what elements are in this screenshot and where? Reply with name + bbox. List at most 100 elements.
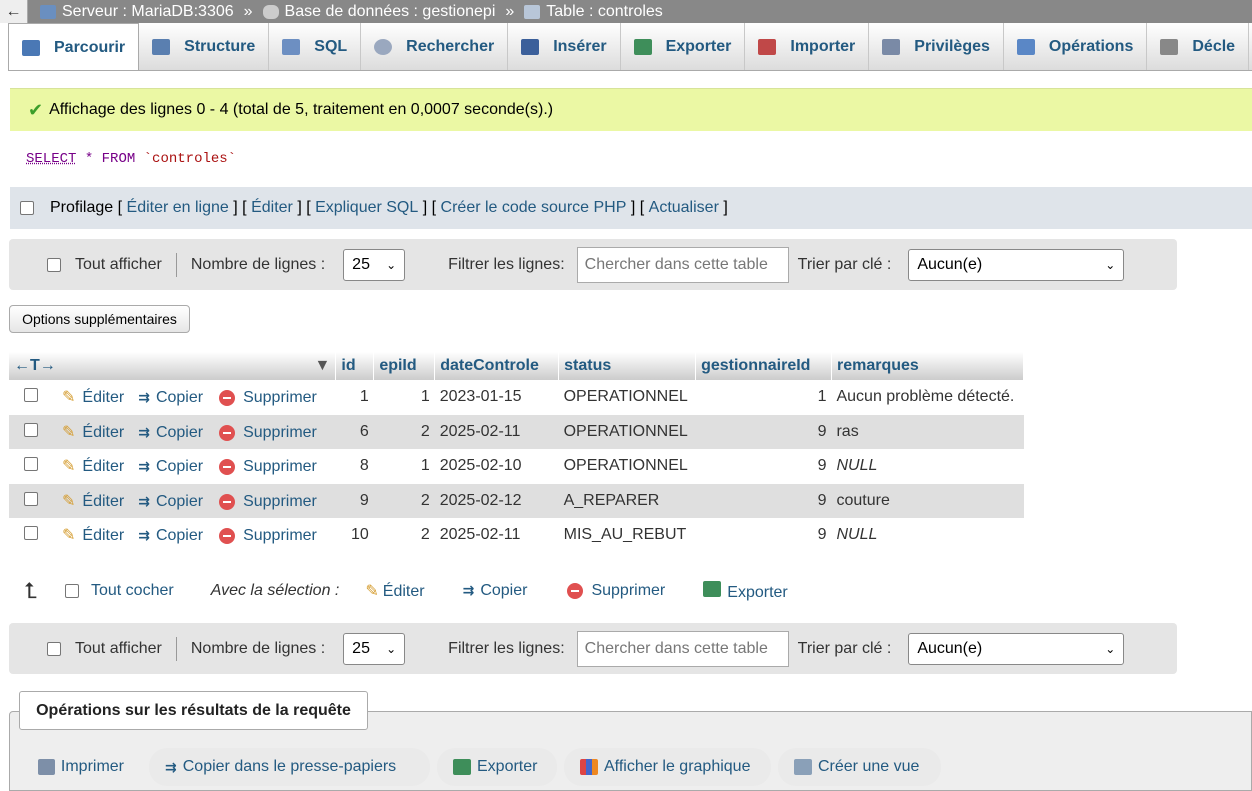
check-all-label[interactable]: Tout cocher (91, 582, 174, 600)
row-copy-button[interactable]: ⇉ Copier (138, 527, 203, 544)
breadcrumb-server[interactable]: Serveur : MariaDB:3306 (40, 3, 234, 21)
explain-sql-link[interactable]: Expliquer SQL (315, 199, 418, 217)
create-view-button[interactable]: Créer une vue (778, 748, 941, 786)
cell-date[interactable]: 2025-02-10 (435, 449, 559, 484)
cell-gestionnaireid[interactable]: 9 (696, 449, 832, 484)
sort-select[interactable]: Aucun(e) ⌄ (908, 632, 1125, 665)
sql-query[interactable]: SELECT * FROM `controles` (10, 131, 1252, 187)
row-delete-button[interactable]: Supprimer (219, 493, 317, 510)
create-php-link[interactable]: Créer le code source PHP (441, 199, 627, 217)
profiling-checkbox[interactable] (20, 201, 34, 215)
row-delete-button[interactable]: Supprimer (219, 458, 317, 475)
cell-status[interactable]: OPERATIONNEL (558, 414, 696, 449)
row-delete-button[interactable]: Supprimer (219, 389, 317, 406)
tab-triggers[interactable]: Décle (1147, 23, 1250, 70)
show-all-checkbox[interactable] (47, 257, 61, 272)
row-delete-button[interactable]: Supprimer (219, 424, 317, 441)
row-copy-button[interactable]: ⇉ Copier (138, 458, 203, 475)
cell-id[interactable]: 6 (335, 414, 374, 449)
cell-date[interactable]: 2025-02-11 (434, 414, 559, 449)
filter-input[interactable]: Chercher dans cette table (576, 246, 789, 283)
cell-id[interactable]: 10 (336, 518, 374, 553)
edit-link[interactable]: Éditer (251, 199, 293, 217)
row-edit-button[interactable]: ✎ Éditer (62, 458, 124, 475)
column-header-datecontrole[interactable]: dateControle (434, 352, 560, 380)
delete-icon (219, 528, 236, 545)
row-delete-button[interactable]: Supprimer (219, 527, 317, 544)
back-arrow-icon[interactable]: ← (0, 0, 28, 23)
cell-gestionnaireid[interactable]: 9 (695, 414, 832, 449)
cell-remarques[interactable]: Aucun problème détecté. (831, 380, 1023, 415)
edit-inline-link[interactable]: Éditer en ligne (127, 199, 229, 217)
row-checkbox[interactable] (24, 388, 38, 403)
column-header-id[interactable]: id (335, 352, 375, 380)
check-all-checkbox[interactable] (64, 584, 79, 598)
tab-privileges[interactable]: Privilèges (869, 23, 1004, 70)
tab-operations[interactable]: Opérations (1004, 23, 1148, 70)
cell-status[interactable]: A_REPARER (558, 483, 696, 518)
row-edit-button[interactable]: ✎ Éditer (62, 389, 124, 406)
row-edit-button[interactable]: ✎ Éditer (62, 493, 124, 510)
cell-id[interactable]: 8 (336, 449, 374, 484)
breadcrumb-database[interactable]: Base de données : gestionepi (262, 3, 495, 21)
tab-browse[interactable]: Parcourir (8, 23, 140, 70)
column-header-gestionnaireid[interactable]: gestionnaireId (695, 352, 832, 380)
cell-remarques[interactable]: couture (831, 483, 1024, 518)
results-export-button[interactable]: Exporter (437, 748, 557, 786)
cell-date[interactable]: 2023-01-15 (435, 380, 559, 415)
row-edit-button[interactable]: ✎ Éditer (62, 527, 124, 544)
column-header-remarques[interactable]: remarques (831, 352, 1025, 380)
tab-search[interactable]: Rechercher (361, 23, 509, 70)
sort-select[interactable]: Aucun(e) ⌄ (908, 248, 1125, 281)
cell-remarques[interactable]: ras (831, 414, 1024, 449)
cell-epiid[interactable]: 2 (374, 518, 435, 553)
tab-structure[interactable]: Structure (139, 23, 270, 70)
bulk-delete-button[interactable]: Supprimer (567, 582, 665, 600)
cell-gestionnaireid[interactable]: 9 (696, 518, 832, 553)
rows-select[interactable]: 25 ⌄ (343, 248, 406, 281)
tab-import[interactable]: Importer (745, 23, 870, 70)
row-edit-button[interactable]: ✎ Éditer (62, 424, 124, 441)
column-arrows-header[interactable]: ←T→ ▼ (9, 352, 337, 380)
cell-epiid[interactable]: 2 (373, 414, 435, 449)
cell-remarques-null[interactable]: NULL (831, 449, 1023, 484)
show-chart-button[interactable]: Afficher le graphique (564, 748, 771, 786)
print-button[interactable]: Imprimer (22, 748, 140, 786)
cell-id[interactable]: 9 (335, 483, 374, 518)
cell-status[interactable]: OPERATIONNEL (559, 380, 696, 415)
refresh-link[interactable]: Actualiser (649, 199, 719, 217)
row-copy-button[interactable]: ⇉ Copier (138, 424, 203, 441)
row-copy-button[interactable]: ⇉ Copier (138, 389, 203, 406)
column-header-status[interactable]: status (558, 352, 697, 380)
row-copy-button[interactable]: ⇉ Copier (138, 493, 203, 510)
bulk-edit-button[interactable]: ✎ Éditer (365, 581, 424, 601)
cell-status[interactable]: MIS_AU_REBUT (559, 518, 696, 553)
cell-id[interactable]: 1 (336, 380, 374, 415)
bulk-copy-button[interactable]: ⇉ Copier (463, 582, 528, 600)
show-all-checkbox[interactable] (47, 641, 61, 656)
cell-epiid[interactable]: 1 (374, 380, 435, 415)
cell-date[interactable]: 2025-02-12 (434, 483, 559, 518)
bulk-export-button[interactable]: Exporter (703, 580, 788, 602)
cell-date[interactable]: 2025-02-11 (435, 518, 559, 553)
tab-insert[interactable]: Insérer (508, 23, 621, 70)
row-checkbox[interactable] (24, 422, 38, 437)
tab-sql[interactable]: SQL (269, 23, 362, 70)
copy-clipboard-button[interactable]: ⇉ Copier dans le presse-papiers (149, 748, 430, 786)
extra-options-button[interactable]: Options supplémentaires (9, 305, 190, 333)
breadcrumb-table[interactable]: Table : controles (524, 3, 663, 21)
tab-export[interactable]: Exporter (621, 23, 746, 70)
row-checkbox[interactable] (24, 457, 38, 472)
cell-gestionnaireid[interactable]: 1 (696, 380, 832, 415)
cell-status[interactable]: OPERATIONNEL (559, 449, 696, 484)
cell-gestionnaireid[interactable]: 9 (695, 483, 832, 518)
row-checkbox[interactable] (24, 491, 38, 506)
sort-triangle-icon[interactable]: ▼ (315, 357, 331, 375)
row-checkbox[interactable] (24, 526, 38, 541)
filter-input[interactable]: Chercher dans cette table (576, 630, 789, 667)
rows-select[interactable]: 25 ⌄ (343, 632, 406, 665)
cell-epiid[interactable]: 1 (374, 449, 435, 484)
cell-remarques-null[interactable]: NULL (831, 518, 1023, 553)
column-header-epiid[interactable]: epiId (373, 352, 436, 380)
cell-epiid[interactable]: 2 (373, 483, 435, 518)
